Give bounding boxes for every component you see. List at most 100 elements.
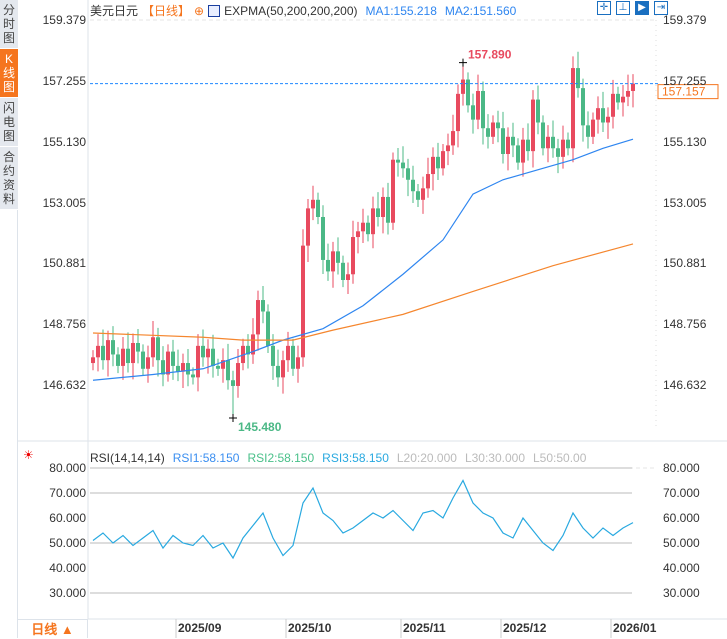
candle-body <box>141 351 145 369</box>
candle-body <box>461 79 465 94</box>
period-label: 【日线】 <box>142 4 191 18</box>
crosshair-icon[interactable]: ✛ <box>597 1 611 15</box>
rsi-tick: 70.000 <box>663 486 700 500</box>
rsi-tick: 70.000 <box>49 486 86 500</box>
candle-body <box>196 345 200 378</box>
candle-body <box>186 363 190 375</box>
rsi-title: RSI(14,14,14) <box>90 451 165 465</box>
x-tick-label: 2026/01 <box>613 621 657 635</box>
rsi-line <box>92 479 634 560</box>
candle-body <box>306 208 310 246</box>
candle-body <box>151 337 155 358</box>
candle-body <box>586 125 590 137</box>
candle-body <box>236 363 240 386</box>
candle-body <box>456 93 460 132</box>
rsi-tick: 40.000 <box>663 561 700 575</box>
candle-body <box>566 139 570 149</box>
candle-body <box>396 159 400 163</box>
candle-body <box>291 345 295 369</box>
candle-body <box>146 357 150 369</box>
candle-body <box>191 374 195 378</box>
candle-body <box>631 83 635 91</box>
candle-body <box>426 174 430 189</box>
candle-body <box>206 348 210 358</box>
candle-body <box>441 151 445 169</box>
candle-body <box>101 345 105 361</box>
candle-body <box>521 139 525 163</box>
candle-body <box>621 96 625 103</box>
candle-body <box>591 119 595 137</box>
x-tick-label: 2025/11 <box>403 621 446 635</box>
candle-body <box>121 348 125 366</box>
candle-body <box>406 168 410 180</box>
candle-body <box>226 360 230 381</box>
candle-body <box>411 179 415 192</box>
x-tick-label: 2025/09 <box>178 621 222 635</box>
price-tick: 146.632 <box>42 378 86 393</box>
candle-body <box>626 90 630 97</box>
rsi-tick: 80.000 <box>663 461 700 475</box>
candle-body <box>551 136 555 149</box>
candle-body <box>526 139 530 152</box>
candle-body <box>256 300 260 335</box>
low-marker <box>229 414 237 423</box>
rsi-settings-icon[interactable]: ☀ <box>23 448 34 462</box>
price-tick: 148.756 <box>663 317 707 332</box>
rsi-header: RSI(14,14,14) RSI1:58.150 RSI2:58.150 RS… <box>90 451 586 465</box>
candle-body <box>161 360 165 375</box>
candle-body <box>381 196 385 217</box>
chart-header: 美元日元 【日线】 ⊕ EXPMA(50,200,200,200) MA1:15… <box>90 2 516 19</box>
price-tick: 155.130 <box>663 134 707 149</box>
candle-body <box>561 139 565 157</box>
price-tick: 148.756 <box>42 317 86 332</box>
ma2-line <box>92 243 634 341</box>
candle-body <box>531 99 535 152</box>
candle-body <box>96 345 100 358</box>
candle-body <box>486 128 490 137</box>
candle-body <box>581 88 585 126</box>
candle-body <box>271 345 275 366</box>
candle-body <box>356 231 360 238</box>
candle-body <box>321 216 325 260</box>
candle-body <box>596 108 600 120</box>
candle-body <box>616 93 620 103</box>
candle-body <box>416 191 420 200</box>
price-tick: 146.632 <box>663 378 707 393</box>
candle-body <box>366 222 370 235</box>
l20-value: L20:20.000 <box>396 451 457 465</box>
candle-body <box>536 99 540 123</box>
candle-body <box>176 365 180 372</box>
period-select[interactable]: 日线 ▲ <box>18 619 88 638</box>
rsi-tick: 50.000 <box>49 536 86 550</box>
play-icon[interactable]: ▶ <box>635 1 649 15</box>
candle-body <box>376 208 380 217</box>
candle-body <box>491 122 495 137</box>
candle-body <box>301 245 305 358</box>
x-tick-label: 2025/10 <box>288 621 332 635</box>
candle-body <box>386 196 390 223</box>
rsi1-value: RSI1:58.150 <box>172 451 240 465</box>
candle-body <box>541 122 545 149</box>
rsi2-value: RSI2:58.150 <box>247 451 315 465</box>
candle-body <box>341 262 345 280</box>
candle-body <box>311 199 315 209</box>
indicator-icon[interactable] <box>208 4 221 17</box>
range-icon[interactable]: ⊥ <box>616 1 630 15</box>
candle-body <box>331 251 335 272</box>
chart-canvas[interactable]: 157.157157.890145.480 <box>0 0 727 638</box>
candle-body <box>496 122 500 129</box>
price-tick: 157.255 <box>42 73 86 88</box>
candle-body <box>601 108 605 123</box>
rsi-tick: 50.000 <box>663 536 700 550</box>
indicator-name[interactable]: EXPMA(50,200,200,200) <box>224 4 357 18</box>
candle-body <box>501 128 505 154</box>
candle-body <box>131 342 135 364</box>
candle-body <box>106 340 110 361</box>
candle-body <box>136 342 140 352</box>
candle-body <box>371 208 375 235</box>
candle-body <box>476 90 480 120</box>
candle-body <box>556 148 560 157</box>
add-icon[interactable]: ⊕ <box>194 4 204 18</box>
price-tick: 159.379 <box>663 13 707 27</box>
candle-body <box>156 337 160 361</box>
